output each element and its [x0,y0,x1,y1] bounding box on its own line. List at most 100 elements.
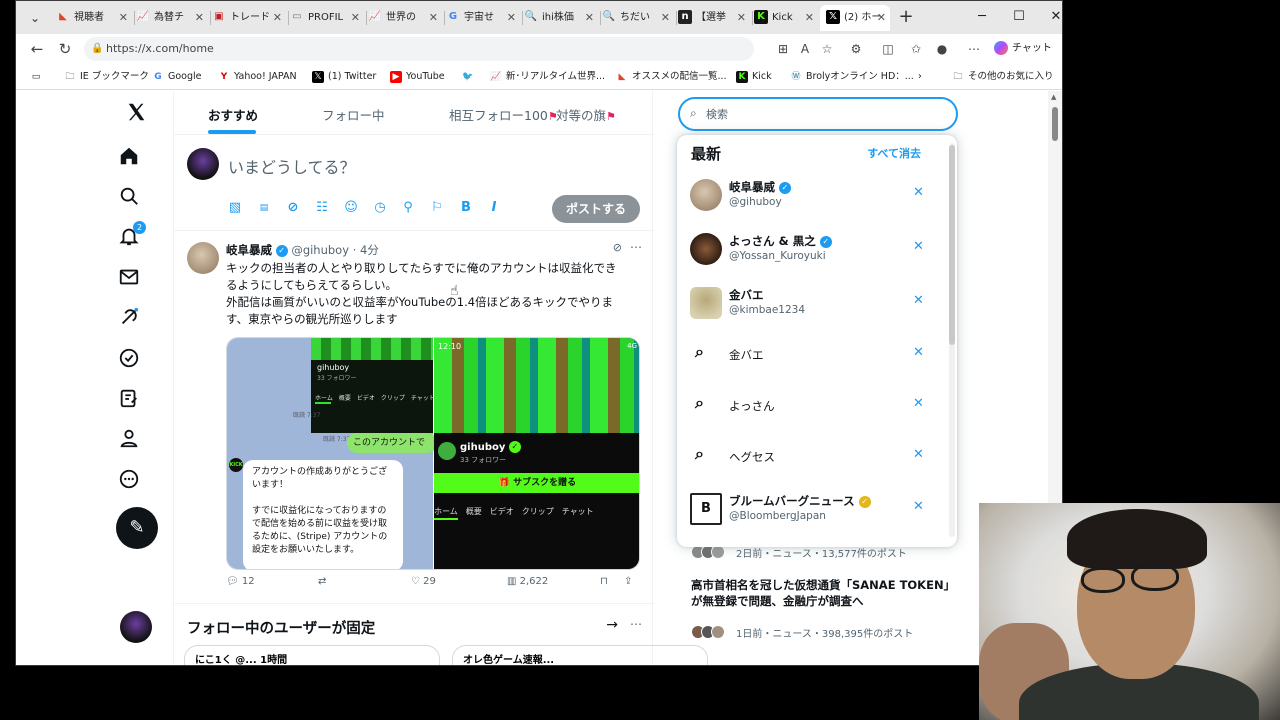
share-button[interactable]: ⇪ [624,576,632,587]
read-aloud-icon[interactable]: A [795,39,815,59]
reply-button[interactable]: 💬︎ 12 [226,576,255,587]
grok-icon[interactable] [116,306,142,332]
copilot-chat-button[interactable]: チャット [994,38,1052,60]
refresh-icon[interactable]: ↻ [54,38,76,60]
recent-query-item[interactable]: ⌕ ヘグセス ✕ [677,431,947,483]
tab-actions-menu-button[interactable]: ⌄ [24,7,46,29]
tab-close-icon[interactable]: ✕ [429,5,438,31]
post-button[interactable]: ポストする [552,195,640,223]
trend-title[interactable]: 高市首相名を冠した仮想通貨「SANAE TOKEN」が無登録で問題、金融庁が調査… [691,577,951,609]
poll-icon[interactable]: ☷ [314,200,330,216]
grok-compose-icon[interactable]: ⊘ [285,200,301,216]
flag-icon[interactable]: ⚐ [429,200,445,216]
tweet-author-name[interactable]: 岐阜暴威 [226,243,272,257]
dropdown-scrollbar[interactable] [949,143,955,537]
bold-icon[interactable]: B [458,200,474,216]
profile-person-icon[interactable] [116,427,142,453]
compose-post-fab[interactable]: ✎ [116,507,158,549]
x-logo-icon[interactable] [124,101,150,127]
dropdown-scroll-thumb[interactable] [949,145,955,345]
maximize-button[interactable]: ☐ [1001,5,1037,29]
pinned-more-icon[interactable]: ⋯ [630,617,642,631]
tab-close-icon[interactable]: ✕ [195,5,204,31]
remove-close-icon[interactable]: ✕ [913,499,924,514]
clear-all-button[interactable]: すべて消去 [867,145,921,161]
emoji-icon[interactable]: ☺ [343,200,359,216]
bookmark-google[interactable]: G Google [152,69,201,85]
more-circle-icon[interactable] [116,468,142,494]
remove-close-icon[interactable]: ✕ [913,185,924,200]
tab-3[interactable]: ▭ PROFIL ✕ [290,5,364,31]
tab-9[interactable]: K Kick ✕ [754,5,818,31]
close-window-button[interactable]: ✕ [1038,5,1062,29]
bookmark-twitter-bird[interactable]: 🐦 [462,69,478,85]
tab-close-icon[interactable]: ✕ [805,5,814,31]
address-bar[interactable]: 🔒 https://x.com/home [84,37,754,61]
gif-icon[interactable]: ▤ [256,200,272,216]
remove-close-icon[interactable]: ✕ [913,239,924,254]
tab-mutual-follow[interactable]: 相互フォロー100⚑ [449,105,558,124]
bookmarks-overflow-chevron-icon[interactable]: › [918,69,922,85]
tab-0[interactable]: ◣ 視聴者 ✕ [56,5,132,31]
arrow-right-icon[interactable]: → [606,617,618,633]
recent-query-item[interactable]: ⌕ よっさん ✕ [677,380,947,432]
tab-close-icon[interactable]: ✕ [273,5,282,31]
apps-grid-icon[interactable]: ⊞ [773,39,793,59]
compose-input[interactable]: いまどうしてる？ [228,154,356,178]
bookmark-other-favorites[interactable]: 🗀 その他のお気に入り [952,69,1053,85]
tab-close-icon[interactable]: ✕ [661,5,670,31]
tab-4[interactable]: 📈 世界の ✕ [368,5,442,31]
media-image-left[interactable]: gihuboy 33 フォロワー ホーム 概要 ビデオ クリップ チャット 既読… [227,338,437,569]
favorite-star-icon[interactable]: ☆ [817,39,837,59]
location-icon[interactable]: ⚲ [400,200,416,216]
media-image-right[interactable]: 12:10 4G gihuboy ✓ 33 フォロワー 🎁 サブスクを贈る ホー… [434,338,639,569]
tab-close-icon[interactable]: ✕ [585,5,594,31]
tab-2[interactable]: ▣ トレード ✕ [212,5,286,31]
tweet-more-icon[interactable]: ⋯ [630,240,642,254]
bookmark-yahoo[interactable]: Y Yahoo! JAPAN [218,69,297,85]
remove-close-icon[interactable]: ✕ [913,396,924,411]
tab-close-icon[interactable]: ✕ [507,5,516,31]
back-arrow-icon[interactable]: ← [26,38,48,60]
verified-premium-icon[interactable] [116,347,142,373]
bookmark-button[interactable]: ⊓ [600,576,608,587]
minimize-button[interactable]: ─ [964,5,1000,29]
home-icon[interactable] [116,145,142,171]
tab-equal-flag[interactable]: 対等の旗⚑ [556,105,616,124]
bookmark-ie[interactable]: 🗀 IE ブックマーク [64,69,148,85]
tab-for-you[interactable]: おすすめ [208,105,258,124]
new-tab-button[interactable]: + [894,5,918,29]
recent-user-item[interactable]: 金バエ @kimbae1234 ✕ [677,277,947,329]
bookmark-youtube[interactable]: ▶ YouTube [390,69,445,85]
explore-search-icon[interactable] [116,185,142,211]
tab-close-icon[interactable]: ✕ [737,5,746,31]
bookmark-osusume[interactable]: ◣ オススメの配信一覧... [616,69,727,85]
split-screen-icon[interactable]: ◫ [878,39,898,59]
tweet-author-avatar[interactable] [187,242,219,274]
account-avatar[interactable] [120,611,152,643]
tweet-time[interactable]: 4分 [360,243,379,257]
tab-close-icon[interactable]: ✕ [877,5,886,31]
scroll-up-icon[interactable]: ▲ [1051,93,1056,101]
views-button[interactable]: ▥ 2,622 [507,576,548,587]
recent-user-item[interactable]: 岐阜暴威 ✓ @gihuboy ✕ [677,169,947,221]
recent-query-item[interactable]: ⌕ 金バエ ✕ [677,329,947,381]
tab-following[interactable]: フォロー中 [322,105,385,124]
like-button[interactable]: ♡ 29 [411,576,436,587]
page-scroll-thumb[interactable] [1052,107,1058,141]
tab-5[interactable]: G 宇宙せ ✕ [446,5,520,31]
lists-note-icon[interactable] [116,387,142,413]
messages-envelope-icon[interactable] [116,266,142,292]
bookmark-menu-icon[interactable]: ▭ [30,69,46,85]
recent-user-item[interactable]: B ブルームバーグニュース ✓ @BloombergJapan ✕ [677,483,947,535]
schedule-icon[interactable]: ◷ [372,200,388,216]
tweet-author-handle[interactable]: @gihuboy [291,243,349,257]
extensions-icon[interactable]: ⚙ [846,39,866,59]
favorites-icon[interactable]: ✩ [906,39,926,59]
tab-1[interactable]: 📈 為替チ ✕ [136,5,208,31]
tab-7[interactable]: 🔍 ちだい ✕ [602,5,674,31]
grok-explain-icon[interactable]: ⊘ [613,241,622,254]
bookmark-twitter-x[interactable]: 𝕏 (1) Twitter [312,69,376,85]
repost-button[interactable]: ⇄ [318,576,326,587]
more-options-icon[interactable]: ⋯ [964,39,984,59]
